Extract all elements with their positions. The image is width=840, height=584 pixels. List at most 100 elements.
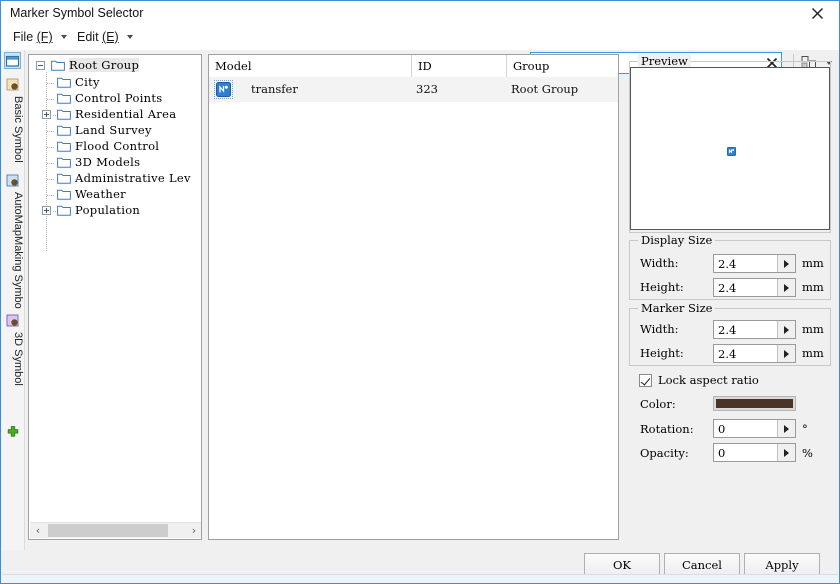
column-header-model[interactable]: Model <box>209 55 412 77</box>
column-header-id[interactable]: ID <box>412 55 507 77</box>
lock-aspect-ratio-label: Lock aspect ratio <box>658 373 759 387</box>
marker-width-unit: mm <box>802 322 824 336</box>
folder-glyph <box>57 205 71 216</box>
spinner-arrow-icon[interactable] <box>777 444 795 461</box>
tree-node-administrative-lev[interactable]: Administrative Lev <box>29 171 201 187</box>
cell-group: Root Group <box>511 82 579 96</box>
marker-height-unit: mm <box>802 346 824 360</box>
tree-expander-plus[interactable] <box>42 206 51 215</box>
tree-node-label: Land Survey <box>75 123 152 137</box>
folder-glyph <box>51 60 65 71</box>
ok-button[interactable]: OK <box>584 553 660 576</box>
tree-node-weather[interactable]: Weather <box>29 187 201 203</box>
chevron-down-icon <box>61 35 68 39</box>
tree-node-city[interactable]: City <box>29 75 201 91</box>
tree-node-control-points[interactable]: Control Points <box>29 91 201 107</box>
folder-icon <box>57 172 71 184</box>
spinner-arrow-icon[interactable] <box>777 420 795 437</box>
sidebar-tab-library[interactable] <box>2 52 24 72</box>
spinner-arrow-icon[interactable] <box>777 255 795 272</box>
tree-connector <box>53 211 56 212</box>
sidebar-tab-3d-symbol[interactable]: 3D Symbol <box>2 312 24 412</box>
tree-horizontal-scrollbar[interactable]: ‹ › <box>30 522 201 538</box>
apply-button[interactable]: Apply <box>744 553 820 576</box>
marker-width-value: 2.4 <box>718 323 737 337</box>
menu-edit-mnemonic: (E) <box>102 30 119 44</box>
marker-width-input[interactable]: 2.4 <box>713 320 796 339</box>
menu-file[interactable]: File (F) <box>13 30 68 44</box>
spinner-arrow-icon[interactable] <box>777 279 795 296</box>
tree-expander-plus[interactable] <box>42 110 51 119</box>
automapmaking-symbol-glyph <box>6 174 18 186</box>
tree-node-population[interactable]: Population <box>29 203 201 219</box>
window-title: Marker Symbol Selector <box>10 6 144 20</box>
lock-aspect-ratio-checkbox[interactable]: Lock aspect ratio <box>639 373 759 387</box>
tree-node-label: Flood Control <box>75 139 160 153</box>
menu-bar: File (F) Edit (E) transfer <box>1 26 839 74</box>
close-icon[interactable] <box>795 1 839 25</box>
tree-node-3d-models[interactable]: 3D Models <box>29 155 201 171</box>
rotation-input[interactable]: 0 <box>713 419 796 438</box>
window-folder-glyph <box>6 55 19 67</box>
cell-model: transfer <box>251 82 298 96</box>
folder-glyph <box>57 157 71 168</box>
spinner-arrow-icon[interactable] <box>777 345 795 362</box>
add-plus-glyph <box>7 426 19 437</box>
tree-node-label: Weather <box>75 187 126 201</box>
tree-node-residential-area[interactable]: Residential Area <box>29 107 201 123</box>
folder-glyph <box>57 173 71 184</box>
add-plus-icon[interactable] <box>5 425 21 441</box>
column-header-group[interactable]: Group <box>507 55 618 77</box>
display-height-input[interactable]: 2.4 <box>713 278 796 297</box>
sidebar-tab-automapmaking-symbol[interactable]: AutoMapMaking Symbo <box>2 172 24 309</box>
scroll-left-arrow-icon[interactable]: ‹ <box>30 523 46 538</box>
tree-node-label: City <box>75 75 100 89</box>
menu-file-label: File <box>13 30 34 44</box>
menu-file-mnemonic: (F) <box>36 30 53 44</box>
checkbox-check-icon <box>639 373 652 387</box>
sidebar-tab-automapmaking-symbol-label: AutoMapMaking Symbo <box>12 192 24 309</box>
display-width-unit: mm <box>802 256 824 270</box>
symbol-group-tree[interactable]: Root Group City Control Points Residenti… <box>28 54 202 540</box>
folder-icon <box>57 76 71 88</box>
marker-symbol-selector-dialog: Marker Symbol Selector File (F) Edit (E)… <box>0 0 840 584</box>
cancel-button[interactable]: Cancel <box>664 553 740 576</box>
menu-edit[interactable]: Edit (E) <box>77 30 134 44</box>
title-bar: Marker Symbol Selector <box>1 1 839 26</box>
display-size-title: Display Size <box>638 233 716 247</box>
automapmaking-symbol-icon <box>4 172 21 189</box>
tree-node-label: 3D Models <box>75 155 141 169</box>
tree-expander-minus[interactable] <box>36 61 45 70</box>
tree-node-flood-control[interactable]: Flood Control <box>29 139 201 155</box>
folder-glyph <box>57 125 71 136</box>
color-picker-button[interactable] <box>713 396 796 411</box>
marker-symbol-icon <box>214 80 233 99</box>
scrollbar-thumb[interactable] <box>48 524 168 537</box>
sidebar-tab-basic-symbol[interactable]: Basic Symbol <box>2 76 24 168</box>
spinner-arrow-icon[interactable] <box>777 321 795 338</box>
tree-node-root-group[interactable]: Root Group <box>29 58 201 75</box>
scroll-right-arrow-icon[interactable]: › <box>186 523 201 538</box>
sidebar-tab-3d-symbol-label: 3D Symbol <box>12 332 24 386</box>
preview-title: Preview <box>638 54 691 68</box>
rotation-label: Rotation: <box>640 422 694 436</box>
tree-connector <box>47 99 55 100</box>
opacity-value: 0 <box>718 446 726 460</box>
marker-height-input[interactable]: 2.4 <box>713 344 796 363</box>
folder-icon <box>57 92 71 104</box>
symbol-library-tabstrip: Basic Symbol AutoMapMaking Symbo 3D Symb… <box>2 50 25 550</box>
table-row[interactable]: transfer 323 Root Group <box>209 77 618 102</box>
preview-canvas[interactable] <box>630 67 830 230</box>
window-folder-icon <box>4 52 21 69</box>
symbol-list[interactable]: Model ID Group transfer 323 Root Group <box>208 54 619 540</box>
display-width-input[interactable]: 2.4 <box>713 254 796 273</box>
marker-symbol-glyph <box>216 82 231 97</box>
tree-node-land-survey[interactable]: Land Survey <box>29 123 201 139</box>
folder-icon <box>57 156 71 168</box>
folder-glyph <box>57 77 71 88</box>
marker-height-value: 2.4 <box>718 347 737 361</box>
cell-id: 323 <box>416 82 438 96</box>
tree-connector <box>47 163 55 164</box>
opacity-input[interactable]: 0 <box>713 443 796 462</box>
color-label: Color: <box>640 397 676 411</box>
